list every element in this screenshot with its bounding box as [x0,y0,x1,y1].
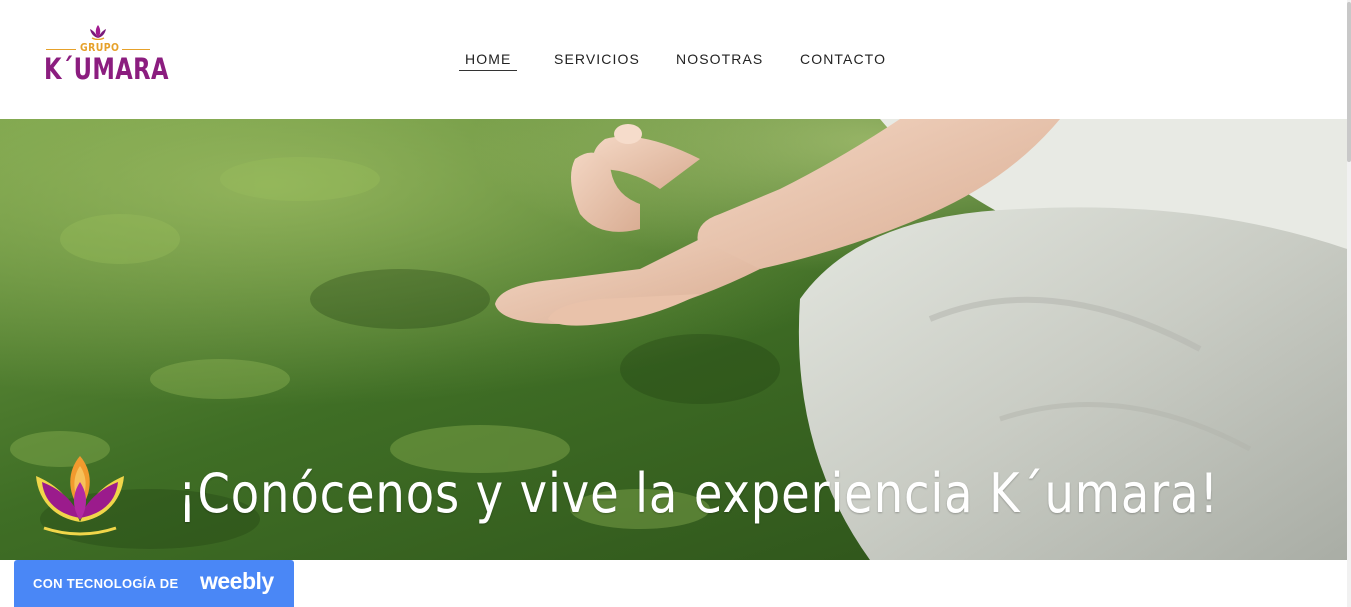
nav-nosotras[interactable]: NOSOTRAS [676,51,763,67]
site-header: GRUPO K´UMARA HOME SERVICIOS NOSOTRAS CO… [0,0,1347,119]
hero-banner: ¡Conócenos y vive la experiencia K´umara… [0,119,1347,560]
logo-divider-left [46,49,76,50]
lotus-logo-icon [90,25,106,40]
lotus-icon [36,456,124,536]
nav-servicios[interactable]: SERVICIOS [554,51,640,67]
page-scrollbar[interactable] [1347,0,1351,607]
main-nav: HOME SERVICIOS NOSOTRAS CONTACTO [0,51,1347,75]
nav-contacto[interactable]: CONTACTO [800,51,886,67]
badge-prefix: CON TECNOLOGÍA DE [33,576,179,591]
weebly-logo-text: weebly [200,568,274,594]
hero-tagline: ¡Conócenos y vive la experiencia K´umara… [178,462,1219,525]
weebly-badge[interactable]: CON TECNOLOGÍA DE weebly [14,560,294,607]
logo-divider-right [122,49,150,50]
scrollbar-thumb[interactable] [1347,2,1351,162]
nav-home[interactable]: HOME [459,51,518,71]
